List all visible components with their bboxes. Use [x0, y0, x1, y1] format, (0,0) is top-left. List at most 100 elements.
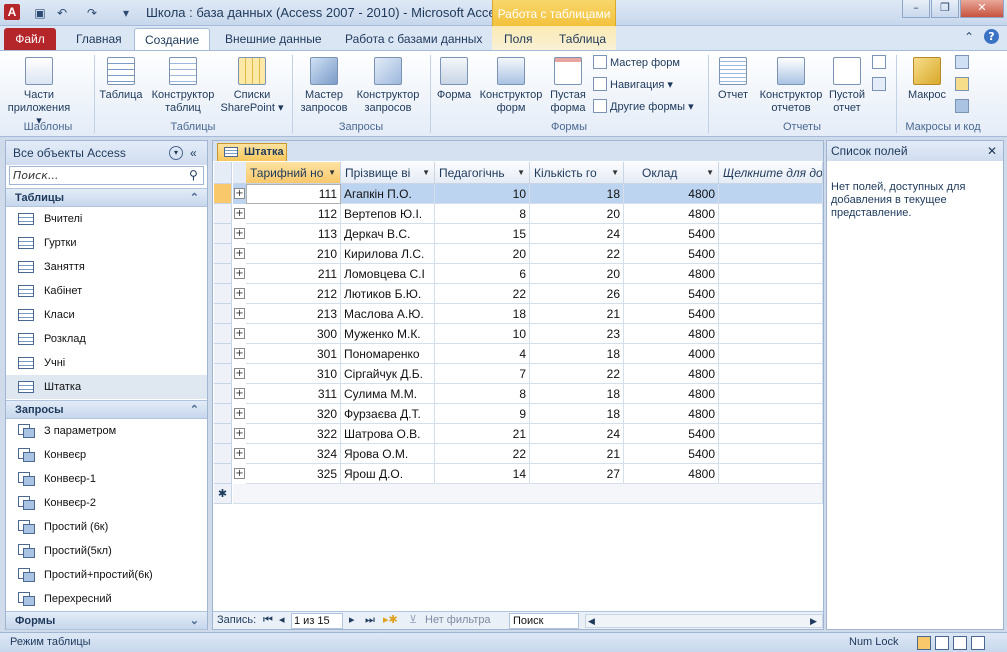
row-selector[interactable] [214, 304, 232, 324]
form-designer-button[interactable]: Конструктор форм [476, 57, 546, 115]
record-position-field[interactable]: 1 из 15 [291, 613, 343, 629]
undo-icon[interactable]: ↶ [54, 5, 70, 21]
table-cell[interactable]: 5400 [624, 444, 719, 464]
add-field-cell[interactable] [719, 324, 823, 344]
nav-item-table[interactable]: Гуртки [6, 231, 207, 255]
expand-subdatasheet-icon[interactable]: + [234, 468, 245, 479]
table-cell[interactable]: Кирилова Л.С. [341, 244, 435, 264]
nav-item-table[interactable]: Заняття [6, 255, 207, 279]
row-selector[interactable] [214, 284, 232, 304]
table-cell[interactable]: 213 [246, 304, 341, 324]
filter-status[interactable]: Нет фильтра [425, 612, 491, 629]
scroll-left-icon[interactable]: ◀ [588, 613, 595, 630]
pivotchart-view-icon[interactable] [953, 636, 967, 650]
nav-item-table[interactable]: Класи [6, 303, 207, 327]
table-cell[interactable]: 21 [530, 444, 624, 464]
tab-fields[interactable]: Поля [494, 28, 543, 50]
datasheet-view-icon[interactable] [917, 636, 931, 650]
nav-item-table[interactable]: Вчителі [6, 207, 207, 231]
new-record-icon[interactable]: ▸✱ [383, 612, 398, 629]
table-cell[interactable]: 8 [435, 204, 530, 224]
table-cell[interactable]: 27 [530, 464, 624, 484]
row-selector[interactable] [214, 364, 232, 384]
navigation-button[interactable]: Навигация ▾ [593, 76, 673, 94]
blank-report-button[interactable]: Пустой отчет [826, 57, 868, 115]
prev-record-icon[interactable]: ◂ [279, 612, 285, 629]
add-field-cell[interactable] [719, 184, 823, 204]
filter-icon[interactable]: ⊻ [409, 612, 417, 629]
design-view-icon[interactable] [971, 636, 985, 650]
add-field-cell[interactable] [719, 264, 823, 284]
report-button[interactable]: Отчет [713, 57, 753, 102]
row-selector[interactable] [214, 464, 232, 484]
macro-button[interactable]: Макрос [904, 57, 950, 102]
table-cell[interactable]: 322 [246, 424, 341, 444]
table-cell[interactable]: 15 [435, 224, 530, 244]
table-cell[interactable]: 18 [435, 304, 530, 324]
table-cell[interactable]: 4800 [624, 324, 719, 344]
table-cell[interactable]: 10 [435, 324, 530, 344]
table-cell[interactable]: 325 [246, 464, 341, 484]
table-cell[interactable]: 6 [435, 264, 530, 284]
table-cell[interactable]: Ломовцева С.І [341, 264, 435, 284]
expand-subdatasheet-icon[interactable]: + [234, 428, 245, 439]
first-record-icon[interactable]: ⏮ [263, 612, 273, 629]
table-cell[interactable]: Ярова О.М. [341, 444, 435, 464]
table-cell[interactable]: 7 [435, 364, 530, 384]
nav-item-query[interactable]: Перехресний [6, 587, 207, 611]
table-cell[interactable]: 210 [246, 244, 341, 264]
add-field-cell[interactable] [719, 364, 823, 384]
table-cell[interactable]: 26 [530, 284, 624, 304]
table-cell[interactable]: Сулима М.М. [341, 384, 435, 404]
nav-item-table[interactable]: Розклад [6, 327, 207, 351]
nav-item-query[interactable]: Простий(5кл) [6, 539, 207, 563]
table-cell[interactable]: Муженко М.К. [341, 324, 435, 344]
table-cell[interactable]: 300 [246, 324, 341, 344]
table-cell[interactable]: 18 [530, 184, 624, 204]
table-button[interactable]: Таблица [98, 57, 144, 102]
new-record-selector[interactable]: ✱ [214, 484, 232, 504]
table-cell[interactable]: 10 [435, 184, 530, 204]
table-cell[interactable]: 113 [246, 224, 341, 244]
close-icon[interactable]: ✕ [960, 0, 1004, 18]
expand-subdatasheet-icon[interactable]: + [234, 268, 245, 279]
table-cell[interactable]: 9 [435, 404, 530, 424]
tab-file[interactable]: Файл [4, 28, 56, 50]
table-cell[interactable]: 4800 [624, 404, 719, 424]
maximize-icon[interactable]: ❐ [931, 0, 959, 18]
query-wizard-button[interactable]: Мастер запросов [296, 57, 352, 115]
table-cell[interactable]: 301 [246, 344, 341, 364]
table-cell[interactable]: 4800 [624, 464, 719, 484]
add-field-cell[interactable] [719, 224, 823, 244]
table-cell[interactable]: 112 [246, 204, 341, 224]
add-field-cell[interactable] [719, 244, 823, 264]
customize-qat-icon[interactable]: ▾ [118, 5, 134, 21]
expand-subdatasheet-icon[interactable]: + [234, 248, 245, 259]
expand-subdatasheet-icon[interactable]: + [234, 288, 245, 299]
table-cell[interactable]: 311 [246, 384, 341, 404]
add-field-cell[interactable] [719, 204, 823, 224]
nav-item-table[interactable]: Учні [6, 351, 207, 375]
row-selector[interactable] [214, 444, 232, 464]
table-cell[interactable]: 4000 [624, 344, 719, 364]
table-cell[interactable]: 20 [530, 204, 624, 224]
add-field-cell[interactable] [719, 304, 823, 324]
nav-item-query[interactable]: Простий (6к) [6, 515, 207, 539]
expand-subdatasheet-icon[interactable]: + [234, 328, 245, 339]
table-cell[interactable]: 4800 [624, 384, 719, 404]
table-cell[interactable]: 14 [435, 464, 530, 484]
add-field-cell[interactable] [719, 404, 823, 424]
table-cell[interactable]: 23 [530, 324, 624, 344]
table-cell[interactable]: 5400 [624, 244, 719, 264]
minimize-icon[interactable]: – [902, 0, 930, 18]
table-cell[interactable]: 22 [435, 444, 530, 464]
nav-group-queries[interactable]: Запросы ⌃ [6, 400, 207, 419]
table-cell[interactable]: Сіргайчук Д.Б. [341, 364, 435, 384]
table-cell[interactable]: 320 [246, 404, 341, 424]
form-wizard-button[interactable]: Мастер форм [593, 54, 680, 72]
tab-table[interactable]: Таблица [549, 28, 616, 50]
nav-group-tables[interactable]: Таблицы ⌃ [6, 188, 207, 207]
nav-group-forms[interactable]: Формы ⌄ [6, 611, 207, 630]
row-selector[interactable] [214, 424, 232, 444]
nav-item-table[interactable]: Кабінет [6, 279, 207, 303]
